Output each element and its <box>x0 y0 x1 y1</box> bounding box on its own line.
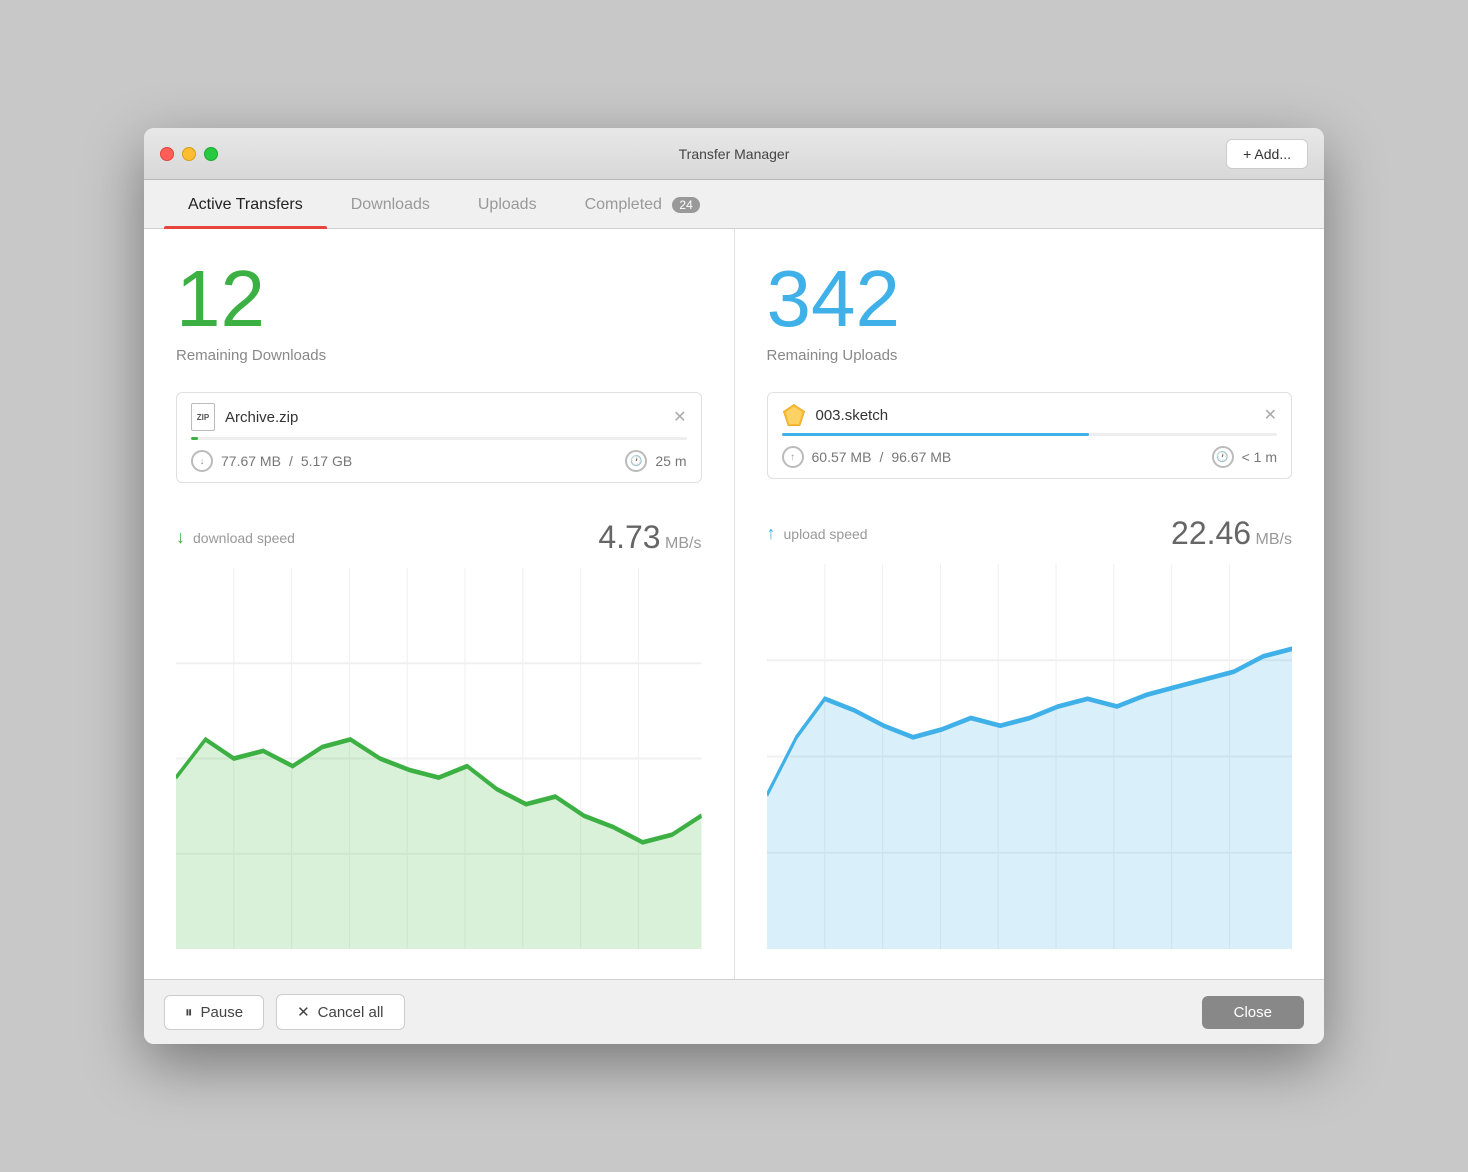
download-size-done: 77.67 MB <box>221 453 281 469</box>
minimize-traffic-light[interactable] <box>182 147 196 161</box>
cancel-icon: ✕ <box>297 1003 310 1021</box>
download-close-icon[interactable]: ✕ <box>673 407 686 427</box>
downloads-remaining-label: Remaining Downloads <box>176 347 702 364</box>
pause-button[interactable]: ⏸ Pause <box>164 995 264 1030</box>
upload-speed-unit: MB/s <box>1256 531 1292 548</box>
maximize-traffic-light[interactable] <box>204 147 218 161</box>
app-window: Transfer Manager + Add... Active Transfe… <box>144 128 1324 1044</box>
tab-uploads[interactable]: Uploads <box>454 180 561 228</box>
downloads-count: 12 <box>176 259 702 339</box>
tab-completed[interactable]: Completed 24 <box>561 180 724 228</box>
download-stats: ↓ 77.67 MB / 5.17 GB 🕐 25 m <box>191 450 687 472</box>
upload-chart-svg <box>767 564 1293 949</box>
download-speed-header: ↓ download speed 4.73 MB/s <box>176 519 702 556</box>
upload-speed-header: ↑ upload speed 22.46 MB/s <box>767 515 1293 552</box>
download-size-total: 5.17 GB <box>301 453 352 469</box>
upload-stats: ↑ 60.57 MB / 96.67 MB 🕐 < 1 m <box>782 446 1278 468</box>
completed-badge: 24 <box>672 197 699 213</box>
upload-chart-fill <box>767 649 1293 949</box>
download-speed-label: ↓ download speed <box>176 527 295 548</box>
footer: ⏸ Pause ✕ Cancel all Close <box>144 979 1324 1044</box>
add-button[interactable]: + Add... <box>1226 139 1308 169</box>
download-time-remaining: 25 m <box>655 453 686 469</box>
download-time-icon: 🕐 <box>625 450 647 472</box>
uploads-panel: 342 Remaining Uploads 003.sketch ✕ <box>735 229 1325 979</box>
upload-speed-value: 22.46 <box>1171 515 1251 551</box>
download-progress-bar-wrap <box>191 437 687 440</box>
download-speed-section: ↓ download speed 4.73 MB/s <box>176 519 702 949</box>
upload-time-icon: 🕐 <box>1212 446 1234 468</box>
upload-progress-bar-wrap <box>782 433 1278 436</box>
download-size-sep: / <box>289 453 293 469</box>
upload-speed-icon: ↑ <box>782 446 804 468</box>
tabbar: Active Transfers Downloads Uploads Compl… <box>144 180 1324 229</box>
download-transfer-header: ZIP Archive.zip ✕ <box>191 403 687 431</box>
download-chart-svg <box>176 568 702 949</box>
upload-filename: 003.sketch <box>782 403 889 427</box>
download-speed-value: 4.73 <box>598 519 660 555</box>
download-filename: ZIP Archive.zip <box>191 403 298 431</box>
window-title: Transfer Manager <box>679 146 790 162</box>
download-transfer-item: ZIP Archive.zip ✕ ↓ 77.67 MB / 5.17 GB <box>176 392 702 483</box>
zip-file-icon: ZIP <box>191 403 215 431</box>
traffic-lights <box>160 147 218 161</box>
titlebar: Transfer Manager + Add... <box>144 128 1324 180</box>
upload-speed-label: ↑ upload speed <box>767 523 868 544</box>
upload-speed-value-group: 22.46 MB/s <box>1171 515 1292 552</box>
download-chart-fill <box>176 739 702 949</box>
upload-time-remaining: < 1 m <box>1242 449 1277 465</box>
uploads-count: 342 <box>767 259 1293 339</box>
upload-chart <box>767 564 1293 949</box>
upload-size-done: 60.57 MB <box>812 449 872 465</box>
cancel-all-button[interactable]: ✕ Cancel all <box>276 994 404 1030</box>
pause-icon: ⏸ <box>185 1004 193 1021</box>
upload-size-total: 96.67 MB <box>891 449 951 465</box>
download-progress-bar <box>191 437 198 440</box>
upload-close-icon[interactable]: ✕ <box>1264 405 1277 425</box>
uploads-remaining-label: Remaining Uploads <box>767 347 1293 364</box>
download-speed-icon: ↓ <box>191 450 213 472</box>
upload-speed-section: ↑ upload speed 22.46 MB/s <box>767 515 1293 949</box>
tab-active-transfers[interactable]: Active Transfers <box>164 180 327 228</box>
upload-arrow-icon: ↑ <box>767 523 776 544</box>
sketch-file-icon <box>782 403 806 427</box>
download-arrow-icon: ↓ <box>176 527 185 548</box>
download-speed-value-group: 4.73 MB/s <box>598 519 701 556</box>
close-traffic-light[interactable] <box>160 147 174 161</box>
upload-transfer-header: 003.sketch ✕ <box>782 403 1278 427</box>
upload-transfer-item: 003.sketch ✕ ↑ 60.57 MB / 96.67 MB 🕐 <box>767 392 1293 479</box>
tab-downloads[interactable]: Downloads <box>327 180 454 228</box>
close-button[interactable]: Close <box>1202 996 1304 1029</box>
download-chart <box>176 568 702 949</box>
download-speed-unit: MB/s <box>665 535 701 552</box>
content-area: 12 Remaining Downloads ZIP Archive.zip ✕… <box>144 229 1324 979</box>
downloads-panel: 12 Remaining Downloads ZIP Archive.zip ✕… <box>144 229 735 979</box>
upload-progress-bar <box>782 433 1089 436</box>
